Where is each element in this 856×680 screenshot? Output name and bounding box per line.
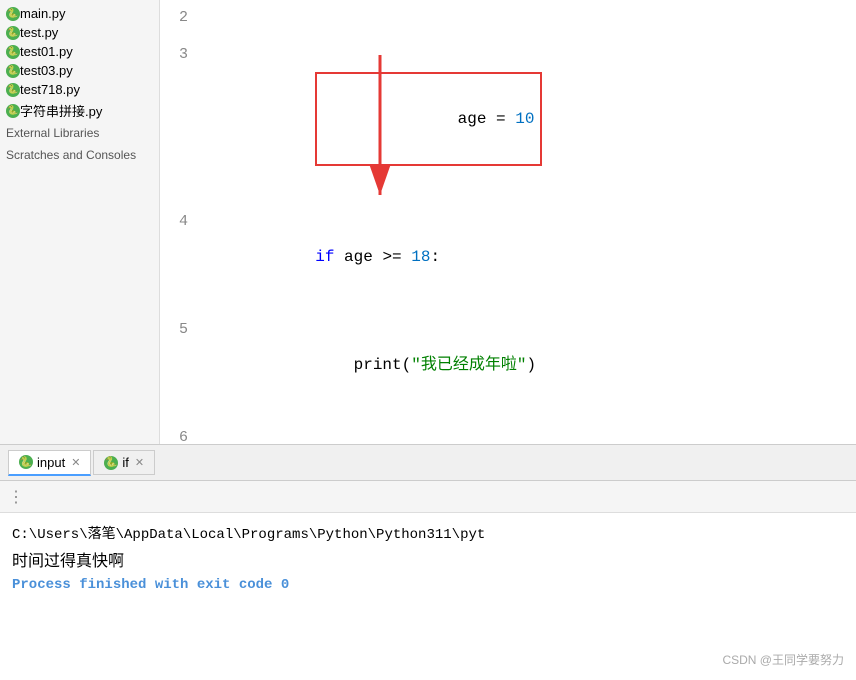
line-num-6: 6 — [160, 420, 200, 444]
sidebar-label-test718: test718.py — [20, 82, 80, 97]
code-line-5: 5 print("我已经成年啦") — [160, 311, 856, 419]
line-code-4: if age >= 18: — [200, 203, 856, 311]
tab-bar: 🐍 input ✕ 🐍 if ✕ — [0, 444, 856, 480]
python-icon: 🐍 — [6, 7, 20, 21]
python-icon: 🐍 — [6, 83, 20, 97]
tab-python-icon-if: 🐍 — [104, 456, 118, 470]
line-code-6: print("即将步入大学生活") — [200, 419, 856, 444]
terminal-drag-handle: ⋮ — [8, 487, 26, 507]
sidebar-item-zifu[interactable]: 🐍 字符串拼接.py — [0, 99, 159, 122]
line-num-4: 4 — [160, 204, 200, 240]
tab-if-close[interactable]: ✕ — [135, 456, 144, 469]
code-line-2: 2 — [160, 0, 856, 36]
terminal-process: Process finished with exit code 0 — [12, 577, 844, 593]
sidebar-item-main[interactable]: 🐍 main.py — [0, 4, 159, 23]
code-content: 2 3 age = 10 4 if age >= 18: — [160, 0, 856, 444]
code-line-3: 3 age = 10 — [160, 36, 856, 203]
terminal-content: C:\Users\落笔\AppData\Local\Programs\Pytho… — [0, 513, 856, 603]
highlight-box: age = 10 — [315, 72, 542, 166]
sidebar-label-test01: test01.py — [20, 44, 73, 59]
line-num-2: 2 — [160, 0, 200, 36]
code-line-4: 4 if age >= 18: — [160, 203, 856, 311]
tab-input-close[interactable]: ✕ — [71, 456, 80, 469]
line-code-3: age = 10 — [200, 36, 856, 203]
python-icon: 🐍 — [6, 45, 20, 59]
code-editor[interactable]: 2 3 age = 10 4 if age >= 18: — [160, 0, 856, 444]
terminal-output: 时间过得真快啊 — [12, 547, 844, 571]
kw-if: if — [315, 248, 334, 266]
sidebar-item-test01[interactable]: 🐍 test01.py — [0, 42, 159, 61]
sidebar-label-zifu: 字符串拼接.py — [20, 101, 102, 120]
sidebar-section-scratches[interactable]: Scratches and Consoles — [0, 144, 159, 166]
num-10: 10 — [515, 110, 534, 128]
sidebar: 🐍 main.py 🐍 test.py 🐍 test01.py 🐍 test03… — [0, 0, 160, 444]
python-icon: 🐍 — [6, 26, 20, 40]
sidebar-section-external[interactable]: External Libraries — [0, 122, 159, 144]
sidebar-item-test718[interactable]: 🐍 test718.py — [0, 80, 159, 99]
main-area: 🐍 main.py 🐍 test.py 🐍 test01.py 🐍 test03… — [0, 0, 856, 444]
tab-if[interactable]: 🐍 if ✕ — [93, 450, 155, 475]
python-icon: 🐍 — [6, 104, 20, 118]
terminal-area: ⋮ C:\Users\落笔\AppData\Local\Programs\Pyt… — [0, 480, 856, 680]
tab-python-icon-input: 🐍 — [19, 455, 33, 469]
line-num-3: 3 — [160, 37, 200, 73]
code-line-6: 6 print("即将步入大学生活") — [160, 419, 856, 444]
tab-if-label: if — [122, 455, 129, 470]
tab-input[interactable]: 🐍 input ✕ — [8, 450, 91, 476]
python-icon: 🐍 — [6, 64, 20, 78]
watermark: CSDN @王同学要努力 — [722, 651, 844, 668]
var-age: age — [458, 110, 487, 128]
sidebar-item-test03[interactable]: 🐍 test03.py — [0, 61, 159, 80]
editor-wrapper: 2 3 age = 10 4 if age >= 18: — [160, 0, 856, 444]
line-code-5: print("我已经成年啦") — [200, 311, 856, 419]
terminal-path: C:\Users\落笔\AppData\Local\Programs\Pytho… — [12, 523, 844, 543]
terminal-toolbar: ⋮ — [0, 481, 856, 513]
sidebar-item-test[interactable]: 🐍 test.py — [0, 23, 159, 42]
sidebar-label-test03: test03.py — [20, 63, 73, 78]
tab-input-label: input — [37, 455, 65, 470]
sidebar-label-main: main.py — [20, 6, 66, 21]
line-num-5: 5 — [160, 312, 200, 348]
sidebar-label-test: test.py — [20, 25, 58, 40]
